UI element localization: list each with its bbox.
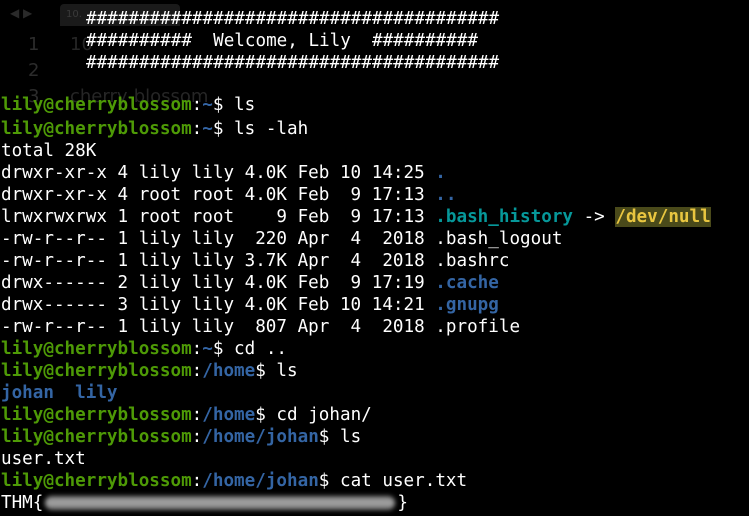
- symlink-target: /dev/null: [615, 207, 711, 227]
- prompt-user-host: lily@cherryblossom: [1, 427, 192, 447]
- prompt-user-host: lily@cherryblossom: [1, 471, 192, 491]
- prompt-colon: :: [191, 119, 203, 139]
- ghost-line-number: 2: [28, 60, 40, 81]
- command-text: ls -lah: [234, 119, 309, 139]
- dir-name-johan: johan: [1, 383, 54, 403]
- ls-entry-name: .: [435, 163, 446, 183]
- prompt-user-host: lily@cherryblossom: [1, 119, 192, 139]
- flag-output: THM{}: [1, 492, 408, 514]
- ls-entry-name: .bash_logout: [435, 229, 563, 249]
- ls-entry-name: .cache: [435, 273, 499, 293]
- flag-suffix: }: [397, 493, 408, 513]
- prompt-sep: $: [318, 427, 340, 447]
- prompt-user-host: lily@cherryblossom: [1, 405, 192, 425]
- command-text: ls: [339, 427, 362, 447]
- command-text: cat user.txt: [339, 471, 468, 491]
- ls-entry: drwxr-xr-x 4 lily lily 4.0K Feb 10 14:25…: [1, 162, 446, 184]
- ls-entry-meta: drwxr-xr-x 4 root root 4.0K Feb 9 17:13: [1, 185, 436, 205]
- symlink-arrow: ->: [573, 207, 616, 227]
- ls-entry-meta: -rw-r--r-- 1 lily lily 220 Apr 4 2018: [1, 229, 436, 249]
- prompt-line: lily@cherryblossom:/home/johan$ cat user…: [1, 470, 467, 492]
- command-text: cd johan/: [276, 405, 372, 425]
- prompt-sep: $: [318, 471, 340, 491]
- prompt-colon: :: [191, 361, 203, 381]
- ls-entry-meta: drwxr-xr-x 4 lily lily 4.0K Feb 10 14:25: [1, 163, 436, 183]
- prompt-path: ~: [202, 95, 213, 115]
- prompt-line: lily@cherryblossom:/home/johan$ ls: [1, 426, 361, 448]
- prompt-line: lily@cherryblossom:/home$ cd johan/: [1, 404, 372, 426]
- motd-banner-welcome: ########## Welcome, Lily ##########: [86, 31, 478, 51]
- prompt-colon: :: [191, 339, 203, 359]
- ls-entry-meta: -rw-r--r-- 1 lily lily 807 Apr 4 2018: [1, 317, 436, 337]
- prompt-line: lily@cherryblossom:~$ ls -lah: [1, 118, 308, 140]
- prompt-path: /home/johan: [202, 471, 319, 491]
- terminal-window[interactable]: ◀ ▶ 10. 1 2 3 10 cherry-blossom ########…: [0, 0, 749, 516]
- prompt-colon: :: [191, 95, 203, 115]
- prompt-path: /home: [202, 361, 256, 381]
- prompt-path: ~: [202, 339, 213, 359]
- ls-total-line: total 28K: [1, 141, 97, 161]
- ls-entry-meta: drwx------ 3 lily lily 4.0K Feb 10 14:21: [1, 295, 436, 315]
- home-dirs-output: johan lily: [1, 382, 118, 404]
- ls-entry-name: .bash_history: [435, 207, 573, 227]
- ls-entry-name: ..: [435, 185, 457, 205]
- prompt-line: lily@cherryblossom:~$ cd ..: [1, 338, 287, 360]
- prompt-sep: $: [212, 119, 235, 139]
- editor-ghost-tab-label: 10.: [66, 9, 82, 20]
- ls-entry: drwxr-xr-x 4 root root 4.0K Feb 9 17:13 …: [1, 184, 456, 206]
- ls-entry: -rw-r--r-- 1 lily lily 220 Apr 4 2018 .b…: [1, 228, 562, 250]
- ls-entry: -rw-r--r-- 1 lily lily 3.7K Apr 4 2018 .…: [1, 250, 509, 272]
- ls-entry-name: .gnupg: [435, 295, 499, 315]
- command-text: ls: [276, 361, 298, 381]
- ls-entry-meta: lrwxrwxrwx 1 root root 9 Feb 9 17:13: [1, 207, 436, 227]
- prompt-user-host: lily@cherryblossom: [1, 95, 192, 115]
- ls-entry: -rw-r--r-- 1 lily lily 807 Apr 4 2018 .p…: [1, 316, 520, 338]
- dir-name-lily: lily: [75, 383, 118, 403]
- redacted-flag-blur: [45, 496, 396, 510]
- flag-prefix: THM{: [1, 493, 44, 513]
- nav-arrows-icon: ◀ ▶: [10, 6, 33, 20]
- prompt-path: /home: [202, 405, 256, 425]
- command-text: cd ..: [234, 339, 288, 359]
- johan-files-output: user.txt: [1, 449, 86, 469]
- ls-entry-meta: drwx------ 2 lily lily 4.0K Feb 9 17:19: [1, 273, 436, 293]
- ghost-line-number: 1: [28, 34, 40, 55]
- prompt-line: lily@cherryblossom:~$ ls: [1, 94, 255, 116]
- prompt-path: /home/johan: [202, 427, 319, 447]
- motd-banner-top: #######################################: [86, 9, 500, 29]
- ls-entry-name: .bashrc: [435, 251, 510, 271]
- prompt-colon: :: [191, 471, 203, 491]
- ls-entry-name: .profile: [435, 317, 521, 337]
- ls-entry-meta: -rw-r--r-- 1 lily lily 3.7K Apr 4 2018: [1, 251, 436, 271]
- prompt-line: lily@cherryblossom:/home$ ls: [1, 360, 298, 382]
- prompt-sep: $: [212, 95, 235, 115]
- prompt-path: ~: [202, 119, 213, 139]
- prompt-user-host: lily@cherryblossom: [1, 339, 192, 359]
- prompt-colon: :: [191, 405, 203, 425]
- prompt-sep: $: [255, 361, 277, 381]
- prompt-colon: :: [191, 427, 203, 447]
- ls-entry: lrwxrwxrwx 1 root root 9 Feb 9 17:13 .ba…: [1, 206, 711, 228]
- ls-entry: drwx------ 3 lily lily 4.0K Feb 10 14:21…: [1, 294, 499, 316]
- motd-banner-bottom: #######################################: [86, 53, 500, 73]
- ls-entry: drwx------ 2 lily lily 4.0K Feb 9 17:19 …: [1, 272, 499, 294]
- prompt-sep: $: [255, 405, 277, 425]
- prompt-sep: $: [212, 339, 235, 359]
- prompt-user-host: lily@cherryblossom: [1, 361, 192, 381]
- command-text: ls: [234, 95, 256, 115]
